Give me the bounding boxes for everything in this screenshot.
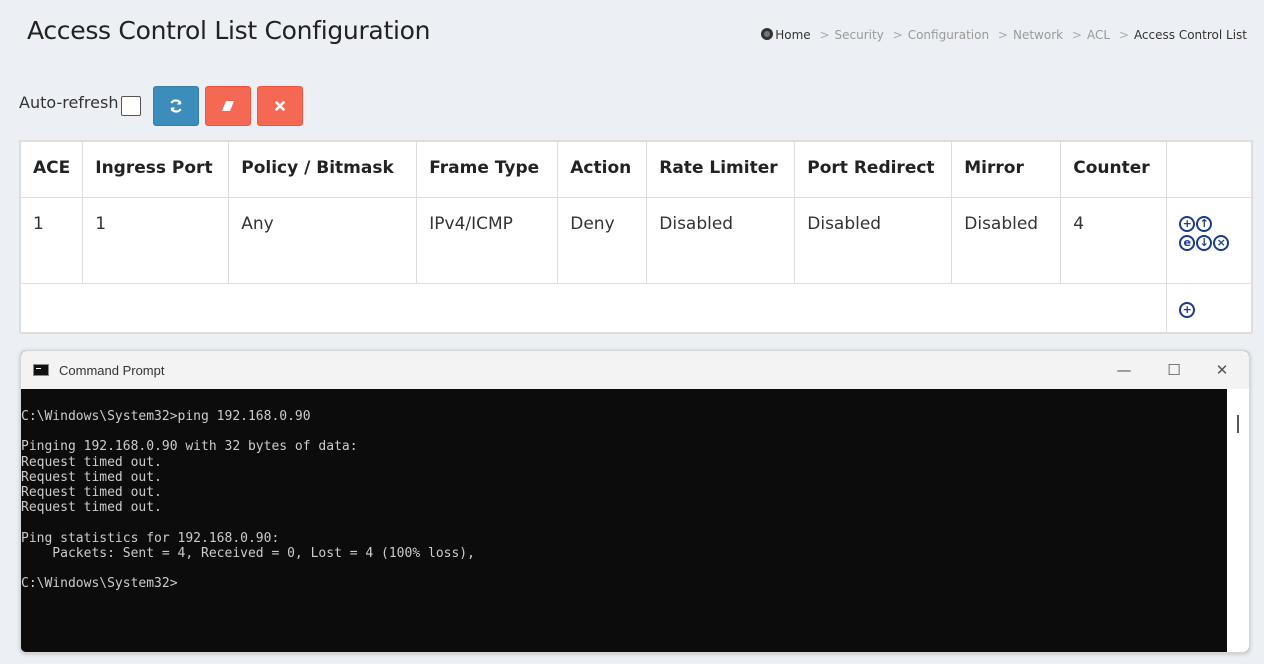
breadcrumb-item-configuration[interactable]: Configuration [908, 28, 989, 42]
breadcrumb-item-network[interactable]: Network [1013, 28, 1063, 42]
add-row-spacer [19, 283, 1168, 334]
breadcrumb-item-security[interactable]: Security [835, 28, 884, 42]
cell-row-controls: + ↑ e ↓ × [1166, 197, 1252, 284]
command-prompt-title: Command Prompt [59, 362, 165, 378]
column-header-counter: Counter [1060, 141, 1168, 198]
terminal-line: C:\Windows\System32> [21, 576, 178, 592]
clear-button[interactable] [205, 86, 252, 126]
auto-refresh-label: Auto-refresh [19, 92, 119, 112]
terminal-line: Request timed out. [21, 469, 162, 485]
column-header-mirror: Mirror [951, 141, 1062, 198]
command-prompt-window: Command Prompt — ☐ ✕ C:\Windows\System32… [20, 350, 1250, 653]
close-icon [275, 101, 286, 111]
cell-action: Deny [557, 197, 648, 284]
auto-refresh-checkbox[interactable] [121, 96, 142, 116]
column-header-ingress-port: Ingress Port [82, 141, 230, 198]
breadcrumb-separator: > [819, 28, 830, 42]
page-header: Access Control List Configuration Home >… [0, 0, 1264, 62]
cell-rate-limiter: Disabled [646, 197, 796, 284]
terminal-line: Ping statistics for 192.168.0.90: [21, 530, 280, 546]
table-add-row: + [19, 283, 1252, 334]
row-controls-bottom: e ↓ × [1179, 235, 1239, 251]
remove-all-button[interactable] [257, 86, 304, 126]
terminal-scrollbar[interactable] [1227, 389, 1249, 652]
terminal-line: C:\Windows\System32>ping 192.168.0.90 [21, 409, 311, 424]
terminal-icon [33, 364, 49, 376]
page-title: Access Control List Configuration [27, 16, 431, 45]
ace-table: ACE Ingress Port Policy / Bitmask Frame … [19, 141, 1252, 334]
terminal-line: Pinging 192.168.0.90 with 32 bytes of da… [21, 439, 358, 455]
ace-table-container: ACE Ingress Port Policy / Bitmask Frame … [19, 140, 1253, 334]
breadcrumb-home[interactable]: Home [775, 28, 810, 42]
terminal-line: Packets: Sent = 4, Received = 0, Lost = … [21, 545, 475, 561]
row-controls-top: + ↑ [1179, 216, 1239, 232]
insert-icon[interactable]: + [1179, 216, 1196, 232]
delete-icon[interactable]: × [1213, 235, 1230, 251]
column-header-frame-type: Frame Type [416, 141, 559, 198]
column-header-rate-limiter: Rate Limiter [646, 141, 796, 198]
insert-icon[interactable]: + [1179, 302, 1196, 318]
move-up-icon[interactable]: ↑ [1196, 216, 1213, 232]
scrollbar-thumb[interactable] [1237, 415, 1239, 433]
cell-policy-bitmask: Any [228, 197, 418, 284]
breadcrumb-current: Access Control List [1133, 28, 1247, 42]
maximize-button[interactable]: ☐ [1151, 351, 1197, 389]
dashboard-icon [761, 28, 774, 40]
breadcrumb-separator: > [1118, 28, 1129, 42]
column-header-port-redirect: Port Redirect [794, 141, 953, 198]
breadcrumb-separator: > [997, 28, 1008, 42]
breadcrumb-separator: > [1071, 28, 1082, 42]
edit-icon[interactable]: e [1179, 235, 1196, 251]
refresh-button[interactable] [153, 86, 200, 126]
breadcrumb: Home > Security > Configuration > Network >… [761, 28, 1247, 42]
column-header-action: Action [557, 141, 648, 198]
terminal-output[interactable]: C:\Windows\System32>ping 192.168.0.90 Pi… [21, 389, 1249, 652]
column-header-policy-bitmask: Policy / Bitmask [228, 141, 418, 198]
table-row: 1 1 Any IPv4/ICMP Deny Disabled Disabled… [19, 197, 1252, 284]
move-down-icon[interactable]: ↓ [1196, 235, 1213, 251]
table-header-row: ACE Ingress Port Policy / Bitmask Frame … [19, 141, 1252, 198]
command-prompt-titlebar[interactable]: Command Prompt — ☐ ✕ [21, 351, 1249, 389]
breadcrumb-separator: > [892, 28, 903, 42]
toolbar: Auto-refresh [19, 86, 309, 126]
terminal-line: Request timed out. [21, 454, 162, 470]
cell-ace[interactable]: 1 [19, 197, 84, 284]
eraser-icon [222, 101, 235, 111]
refresh-icon [170, 99, 183, 113]
cell-counter: 4 [1060, 197, 1168, 284]
cell-port-redirect: Disabled [794, 197, 953, 284]
cell-frame-type: IPv4/ICMP [416, 197, 559, 284]
cell-mirror: Disabled [951, 197, 1062, 284]
minimize-button[interactable]: — [1101, 351, 1147, 389]
terminal-line: Request timed out. [21, 484, 162, 500]
column-header-ace: ACE [19, 141, 84, 198]
close-button[interactable]: ✕ [1199, 351, 1245, 389]
terminal-line: Request timed out. [21, 500, 162, 516]
cell-ingress-port: 1 [82, 197, 230, 284]
breadcrumb-item-acl[interactable]: ACL [1087, 28, 1110, 42]
column-header-controls [1166, 141, 1252, 198]
cell-add-control: + [1166, 283, 1252, 334]
